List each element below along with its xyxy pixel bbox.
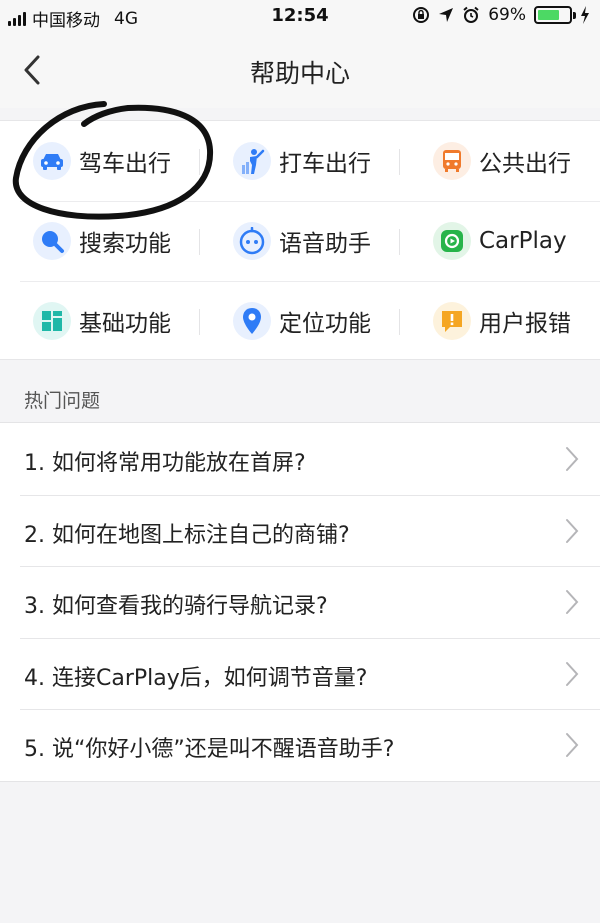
carplay-icon [433,222,471,260]
navigation-bar: 帮助中心 [0,34,600,108]
status-right: 69% [412,5,590,25]
faq-question: 3. 如何查看我的骑行导航记录? [24,594,328,620]
category-label: 定位功能 [279,311,371,337]
category-public-transit[interactable]: 公共出行 [400,121,600,201]
report-error-icon [433,302,471,340]
chevron-right-icon [566,447,579,471]
battery-icon [534,6,576,24]
chevron-right-icon [566,590,579,615]
faq-question: 5. 说“你好小德”还是叫不醒语音助手? [24,737,395,763]
category-label: 用户报错 [479,311,571,337]
voice-assistant-icon [233,222,271,260]
chevron-right-icon [566,733,579,758]
category-driving[interactable]: 驾车出行 [0,121,200,201]
category-label: 打车出行 [279,151,371,177]
category-report-error[interactable]: 用户报错 [400,281,600,361]
faq-item[interactable]: 4. 连接CarPlay后，如何调节音量? [0,637,600,710]
category-search[interactable]: 搜索功能 [0,201,200,281]
category-label: 公共出行 [479,151,571,177]
category-label: CarPlay [479,228,567,254]
faq-question: 2. 如何在地图上标注自己的商铺? [24,522,350,548]
faq-item[interactable]: 2. 如何在地图上标注自己的商铺? [0,494,600,567]
location-pin-icon [233,302,271,340]
category-label: 搜索功能 [79,231,171,257]
battery-percent: 69% [488,5,526,25]
faq-section-title: 热门问题 [24,390,101,412]
category-basic-functions[interactable]: 基础功能 [0,281,200,361]
bus-icon [433,142,471,180]
faq-question: 4. 连接CarPlay后，如何调节音量? [24,665,368,691]
category-label: 语音助手 [279,231,371,257]
chevron-right-icon [566,518,579,543]
location-arrow-icon [439,8,454,22]
search-icon [33,222,71,260]
faq-section-header: 热门问题 [0,370,600,422]
category-voice-assistant[interactable]: 语音助手 [200,201,400,281]
faq-item[interactable]: 5. 说“你好小德”还是叫不醒语音助手? [0,709,600,781]
faq-item[interactable]: 3. 如何查看我的骑行导航记录? [0,566,600,638]
category-label: 驾车出行 [79,151,171,177]
category-taxi[interactable]: 打车出行 [200,121,400,201]
faq-item[interactable]: 1. 如何将常用功能放在首屏? [0,423,600,495]
alarm-icon [463,6,479,23]
taxi-person-icon [233,142,271,180]
faq-list: 1. 如何将常用功能放在首屏? 2. 如何在地图上标注自己的商铺? 3. 如何查… [0,422,600,782]
status-bar: 中国移动 4G 12:54 69% [0,0,600,34]
category-grid: 驾车出行 打车出行 公共出行 搜索功能 语音助手 CarPlay 基础功能 定位… [0,120,600,360]
category-location[interactable]: 定位功能 [200,281,400,361]
chevron-right-icon [566,661,579,686]
rotation-lock-icon [413,7,430,23]
charging-icon [581,6,589,24]
category-carplay[interactable]: CarPlay [400,201,600,281]
car-icon [33,142,71,180]
page-title: 帮助中心 [249,59,350,88]
faq-question: 1. 如何将常用功能放在首屏? [24,451,306,476]
basic-functions-icon [33,302,71,340]
category-label: 基础功能 [79,311,171,337]
